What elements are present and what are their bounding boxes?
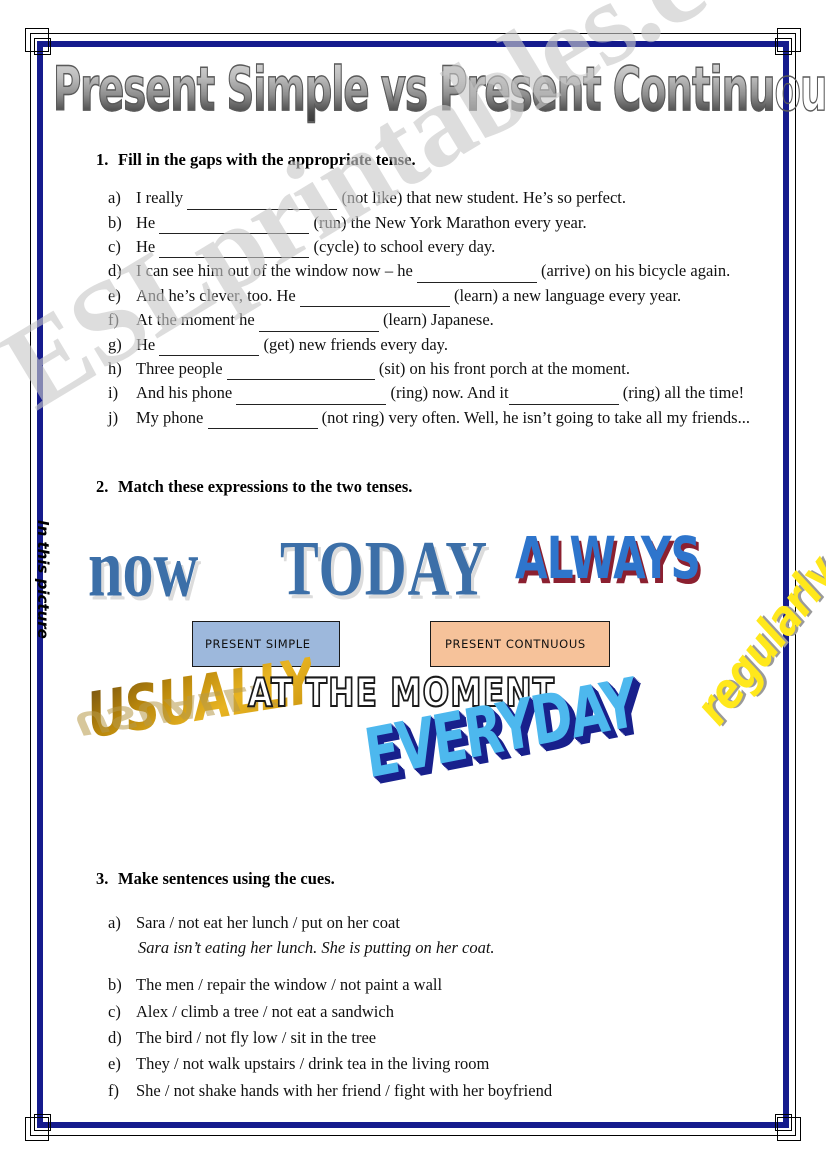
answer-blank[interactable]: [508, 387, 619, 405]
item-text-before: And he’s clever, too. He: [136, 285, 300, 305]
item-label: d): [108, 261, 122, 281]
item-text-after: (not ring) very often. Well, he isn’t go…: [317, 407, 750, 427]
item-label: f): [108, 1080, 119, 1100]
answer-blank[interactable]: [299, 289, 450, 308]
answer-blank[interactable]: [187, 192, 338, 210]
exercise-1-item: f) At the moment he (learn) Japanese.: [108, 308, 766, 332]
item-example-answer: Sara isn’t eating her lunch. She is putt…: [138, 937, 495, 957]
exercise-3-item: a) Sara / not eat her lunch / put on her …: [108, 911, 766, 959]
answer-blank[interactable]: [416, 265, 537, 283]
exercise-2-number: 2.: [96, 477, 109, 497]
tense-box-present-continuous-label: PRESENT CONTNUOUS: [445, 637, 586, 652]
exercise-1-item: j) My phone (not ring) very often. Well, …: [108, 406, 766, 430]
item-label: e): [108, 285, 121, 305]
item-text-before: He: [136, 236, 160, 256]
item-cue: The bird / not fly low / sit in the tree: [136, 1028, 377, 1047]
corner-ornament-inner-top-left: [34, 38, 51, 55]
item-text-after: (learn) Japanese.: [378, 310, 494, 330]
exercise-3-item: d) The bird / not fly low / sit in the tr…: [108, 1026, 766, 1049]
item-label: e): [108, 1054, 121, 1074]
answer-blank[interactable]: [207, 411, 318, 430]
wordart-always: ALWAYS: [515, 525, 701, 593]
exercise-3-heading: 3. Make sentences using the cues.: [60, 869, 766, 889]
exercise-1-item: i) And his phone (ring) now. And it (ring…: [108, 381, 766, 405]
item-label: b): [108, 975, 122, 995]
side-note: In this picture: [34, 520, 52, 639]
item-text-before: At the moment he: [136, 310, 259, 330]
exercise-3-list: a) Sara / not eat her lunch / put on her …: [60, 911, 766, 1102]
item-label: g): [108, 334, 122, 354]
item-label: j): [108, 407, 119, 427]
answer-blank[interactable]: [159, 216, 310, 234]
corner-ornament-inner-top-right: [775, 38, 792, 55]
item-text-after: (get) new friends every day.: [259, 334, 448, 354]
item-label: a): [108, 913, 121, 933]
exercise-1-heading: 1. Fill in the gaps with the appropriate …: [60, 150, 766, 170]
tense-box-present-continuous[interactable]: PRESENT CONTNUOUS: [430, 621, 610, 668]
item-label: a): [108, 188, 121, 208]
exercise-3-item: e) They / not walk upstairs / drink tea i…: [108, 1052, 766, 1075]
item-cue: The men / repair the window / not paint …: [136, 975, 443, 995]
item-text-before: I really: [136, 188, 188, 208]
exercise-1-item: b) He (run) the New York Marathon every y…: [108, 211, 766, 234]
exercise-1-item: g) He (get) new friends every day.: [108, 333, 766, 357]
item-label: c): [108, 1001, 121, 1021]
exercise-3-item: c) Alex / climb a tree / not eat a sandwi…: [108, 1000, 766, 1023]
item-text-before: My phone: [136, 407, 208, 427]
corner-ornament-inner-bottom-right: [775, 1114, 792, 1131]
answer-blank[interactable]: [258, 314, 379, 332]
item-text-after-2: (ring) all the time!: [618, 383, 745, 403]
exercise-1-list: a) I really (not like) that new student. …: [60, 186, 766, 430]
item-label: f): [108, 310, 119, 330]
item-text-before: I can see him out of the window now – he: [136, 261, 417, 281]
page-title: Present Simple vs Present Continuous: [52, 53, 826, 125]
item-cue: She / not shake hands with her friend / …: [136, 1080, 553, 1100]
item-label: i): [108, 383, 119, 403]
item-cue: Alex / climb a tree / not eat a sandwich: [136, 1001, 394, 1021]
exercise-3-number: 3.: [96, 869, 109, 889]
exercise-3-title: Make sentences using the cues.: [118, 869, 335, 889]
corner-ornament-inner-bottom-left: [34, 1114, 51, 1131]
item-text-after: (cycle) to school every day.: [309, 236, 496, 256]
exercise-1-title: Fill in the gaps with the appropriate te…: [118, 150, 416, 170]
wordart-now: now: [88, 522, 199, 615]
exercise-1-item: d) I can see him out of the window now – …: [108, 259, 766, 283]
exercise-2-title: Match these expressions to the two tense…: [118, 477, 413, 497]
answer-blank[interactable]: [236, 387, 387, 405]
worksheet-content: Present Simple vs Present Continuous 1. F…: [52, 50, 826, 1105]
answer-blank[interactable]: [159, 241, 310, 259]
exercise-1-item: h) Three people (sit) on his front porch …: [108, 357, 766, 381]
exercise-3-item: b) The men / repair the window / not pai…: [108, 973, 766, 996]
item-text-after: (learn) a new language every year.: [449, 285, 682, 305]
worksheet-page: ESLprintables.com In this picture Presen…: [0, 0, 826, 1169]
exercise-2-heading: 2. Match these expressions to the two ten…: [60, 477, 766, 497]
item-cue: Sara / not eat her lunch / put on her co…: [136, 913, 400, 933]
item-text-after: (run) the New York Marathon every year.: [309, 212, 587, 232]
item-text-after: (not like) that new student. He’s so per…: [337, 188, 626, 208]
exercise-3-item: f) She / not shake hands with her friend …: [108, 1079, 766, 1102]
item-label: b): [108, 212, 122, 232]
exercise-1-item: a) I really (not like) that new student. …: [108, 186, 766, 210]
item-label: d): [108, 1028, 122, 1047]
item-text-before: He: [136, 212, 160, 232]
answer-blank[interactable]: [159, 338, 260, 357]
item-text-after: (arrive) on his bicycle again.: [536, 261, 731, 281]
item-text-before: He: [136, 334, 160, 354]
exercise-1-number: 1.: [96, 150, 109, 170]
item-text-after: (sit) on his front porch at the moment.: [374, 359, 630, 379]
wordart-today: TODAY: [280, 524, 489, 613]
answer-blank[interactable]: [226, 363, 375, 381]
item-label: c): [108, 236, 121, 256]
expressions-area: now TODAY ALWAYS PRESENT SIMPLE PRESENT …: [60, 511, 826, 851]
exercise-1-item: e) And he’s clever, too. He (learn) a new…: [108, 284, 766, 308]
item-text-before: Three people: [136, 359, 227, 379]
item-text-after: (ring) now. And it: [386, 383, 509, 403]
item-cue: They / not walk upstairs / drink tea in …: [136, 1054, 490, 1074]
exercise-1-item: c) He (cycle) to school every day.: [108, 235, 766, 259]
wordart-regularly: regularly: [685, 547, 826, 736]
item-text-before: And his phone: [136, 383, 237, 403]
item-label: h): [108, 359, 122, 379]
